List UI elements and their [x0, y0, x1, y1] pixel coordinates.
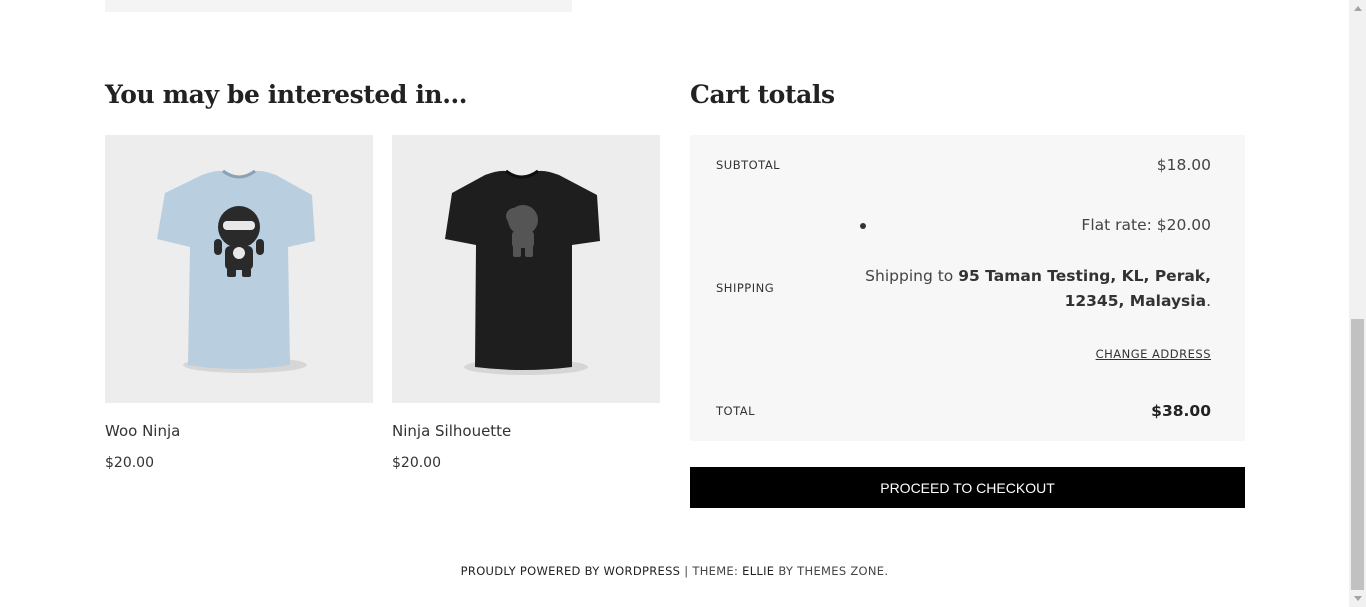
shipping-destination: Shipping to 95 Taman Testing, KL, Perak,… — [831, 264, 1211, 314]
tshirt-image — [445, 169, 600, 375]
subtotal-value: $18.00 — [1156, 156, 1211, 174]
site-footer: PROUDLY POWERED BY WORDPRESS | THEME: EL… — [0, 564, 1349, 578]
shipping-label: SHIPPING — [716, 281, 775, 295]
related-products-heading: You may be interested in... — [105, 80, 468, 109]
triangle-up-icon[interactable] — [1349, 0, 1366, 17]
cart-totals-heading: Cart totals — [690, 80, 835, 109]
wordpress-link[interactable]: PROUDLY POWERED BY WORDPRESS — [461, 564, 681, 578]
product-image-ninja-silhouette[interactable] — [392, 135, 660, 403]
product-card-ninja-silhouette: Ninja Silhouette $20.00 — [392, 135, 660, 471]
vertical-scrollbar[interactable] — [1349, 0, 1366, 607]
shipping-option-bullet — [860, 223, 866, 229]
product-image-woo-ninja[interactable] — [105, 135, 373, 403]
product-name-link[interactable]: Woo Ninja — [105, 422, 373, 440]
scrollbar-thumb[interactable] — [1351, 319, 1364, 590]
triangle-down-icon[interactable] — [1349, 590, 1366, 607]
shipping-to-prefix: Shipping to — [865, 267, 954, 285]
theme-by: BY THEMES ZONE. — [774, 564, 889, 578]
product-price: $20.00 — [392, 455, 441, 471]
theme-prefix: THEME: — [692, 564, 743, 578]
total-label: TOTAL — [716, 404, 755, 418]
change-address-link[interactable]: CHANGE ADDRESS — [1096, 347, 1211, 361]
shipping-suffix: . — [1206, 292, 1211, 310]
cart-totals-table: SUBTOTAL $18.00 Flat rate: $20.00 SHIPPI… — [690, 135, 1245, 441]
tshirt-image — [157, 169, 315, 373]
shipping-option: Flat rate: $20.00 — [1081, 216, 1211, 234]
product-card-woo-ninja: Woo Ninja $20.00 — [105, 135, 373, 471]
product-name-link[interactable]: Ninja Silhouette — [392, 422, 660, 440]
subtotal-label: SUBTOTAL — [716, 158, 781, 172]
proceed-to-checkout-button[interactable]: PROCEED TO CHECKOUT — [690, 467, 1245, 508]
shipping-address: 95 Taman Testing, KL, Perak, 12345, Mala… — [958, 267, 1211, 310]
previous-section-block — [105, 0, 572, 12]
theme-link[interactable]: ELLIE — [742, 564, 774, 578]
product-price: $20.00 — [105, 455, 154, 471]
footer-separator: | — [680, 564, 693, 578]
total-value: $38.00 — [1151, 402, 1211, 420]
